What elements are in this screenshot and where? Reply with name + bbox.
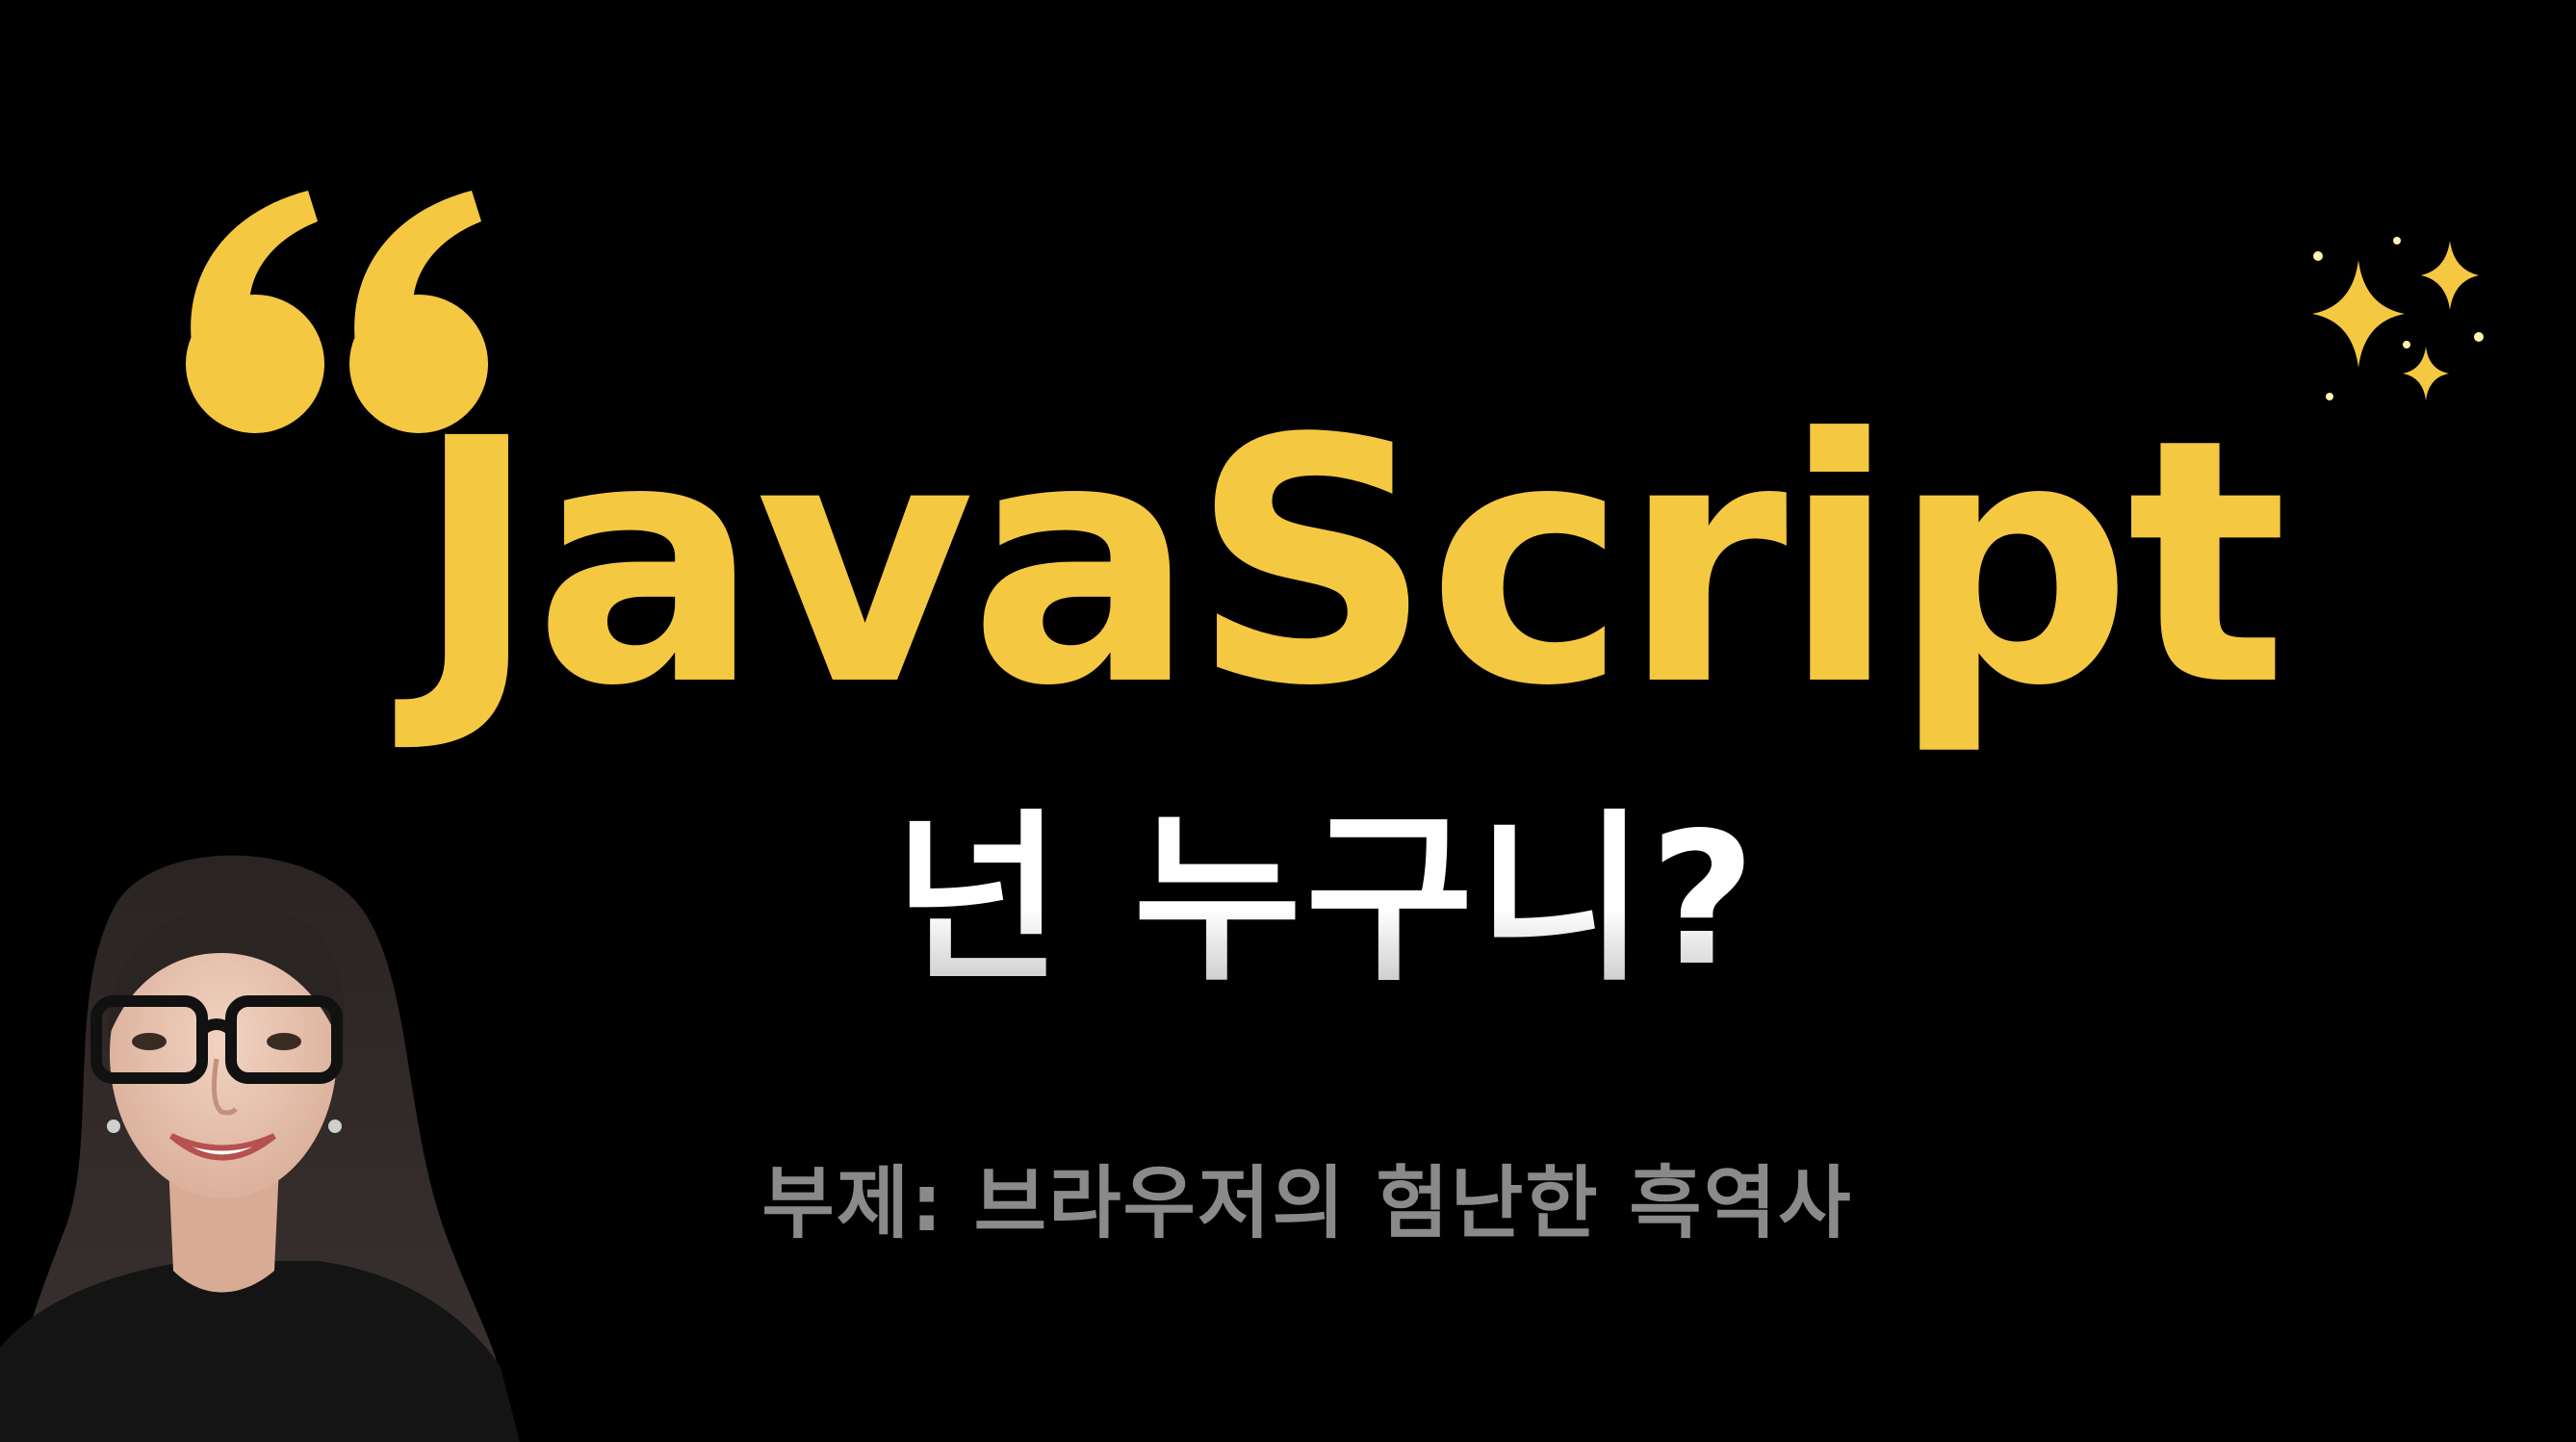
- sparkles-icon: [2312, 237, 2484, 400]
- presenter-photo: [0, 855, 520, 1442]
- thumbnail-canvas: JavaScript 넌 누구니? 부제: 브라우저의 험난한 흑역사: [0, 0, 2576, 1442]
- title-javascript: JavaScript: [414, 367, 2288, 760]
